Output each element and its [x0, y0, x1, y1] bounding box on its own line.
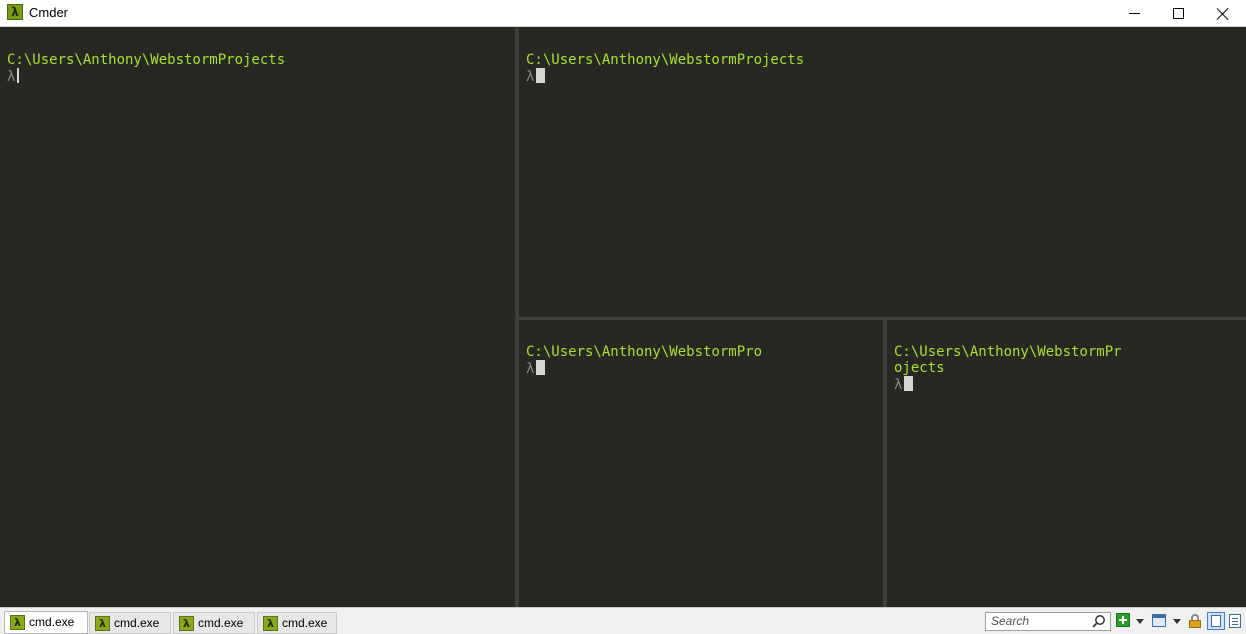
- prompt-symbol: λ: [526, 69, 535, 85]
- prompt-symbol: λ: [894, 377, 903, 393]
- view-toggle-button[interactable]: [1207, 612, 1225, 630]
- lock-button[interactable]: [1188, 613, 1204, 629]
- tab-bar: λ cmd.exe λ cmd.exe λ cmd.exe λ cmd.exe …: [0, 607, 1246, 634]
- console-pane-top-right[interactable]: C:\Users\Anthony\WebstormProjects λ: [519, 28, 1246, 317]
- maximize-icon: [1172, 8, 1184, 19]
- terminal-output: C:\Users\Anthony\WebstormProjects λ: [526, 52, 804, 85]
- minimize-icon: [1128, 13, 1140, 14]
- text-cursor: [536, 360, 546, 375]
- lambda-icon: λ: [10, 615, 25, 630]
- prompt-symbol: λ: [7, 69, 16, 85]
- window-title: Cmder: [29, 5, 69, 20]
- title-bar: λ Cmder: [0, 0, 1246, 27]
- terminal-output: C:\Users\Anthony\WebstormPro λ: [526, 344, 762, 377]
- console-pane-bottom-right[interactable]: C:\Users\Anthony\WebstormPr ojects λ: [887, 320, 1246, 607]
- terminal-output: C:\Users\Anthony\WebstormProjects λ: [7, 52, 285, 85]
- console-tab[interactable]: λ cmd.exe: [89, 612, 171, 634]
- tab-label: cmd.exe: [114, 616, 160, 630]
- chevron-down-icon[interactable]: [1136, 619, 1144, 624]
- lambda-icon: λ: [263, 616, 278, 631]
- tab-label: cmd.exe: [29, 615, 75, 629]
- new-console-icon: [1116, 613, 1130, 627]
- text-cursor: [536, 68, 546, 83]
- terminal-output: C:\Users\Anthony\WebstormPr ojects λ: [894, 344, 1122, 393]
- console-pane-bottom-middle[interactable]: C:\Users\Anthony\WebstormPro λ: [519, 320, 883, 607]
- chevron-down-icon[interactable]: [1173, 619, 1181, 624]
- prompt-symbol: λ: [526, 361, 535, 377]
- console-tab[interactable]: λ cmd.exe: [257, 612, 337, 634]
- lock-body: [1189, 620, 1201, 628]
- console-tab[interactable]: λ cmd.exe: [4, 611, 88, 634]
- view-icon: [1211, 615, 1221, 627]
- console-area: C:\Users\Anthony\WebstormProjects λ C:\U…: [0, 28, 1246, 607]
- maximize-button[interactable]: [1155, 0, 1201, 27]
- current-path: C:\Users\Anthony\WebstormPro: [526, 344, 763, 360]
- minimize-button[interactable]: [1111, 0, 1157, 27]
- close-icon: [1216, 7, 1230, 21]
- menu-button[interactable]: [1228, 613, 1244, 629]
- text-cursor: [17, 68, 20, 83]
- tab-label: cmd.exe: [282, 616, 328, 630]
- console-tab[interactable]: λ cmd.exe: [173, 612, 255, 634]
- cmder-lambda-icon[interactable]: λ: [7, 4, 23, 20]
- menu-icon: [1229, 614, 1241, 628]
- search-icon[interactable]: [1092, 614, 1106, 628]
- new-console-button[interactable]: [1116, 613, 1132, 629]
- text-cursor: [904, 376, 914, 391]
- layout-button[interactable]: [1152, 613, 1168, 629]
- current-path: C:\Users\Anthony\WebstormPr ojects: [894, 344, 1122, 376]
- lambda-icon: λ: [179, 616, 194, 631]
- current-path: C:\Users\Anthony\WebstormProjects: [7, 52, 286, 68]
- close-button[interactable]: [1200, 0, 1246, 27]
- lambda-icon: λ: [95, 616, 110, 631]
- tab-label: cmd.exe: [198, 616, 244, 630]
- layout-icon: [1152, 614, 1166, 627]
- current-path: C:\Users\Anthony\WebstormProjects: [526, 52, 805, 68]
- console-pane-left[interactable]: C:\Users\Anthony\WebstormProjects λ: [0, 28, 515, 607]
